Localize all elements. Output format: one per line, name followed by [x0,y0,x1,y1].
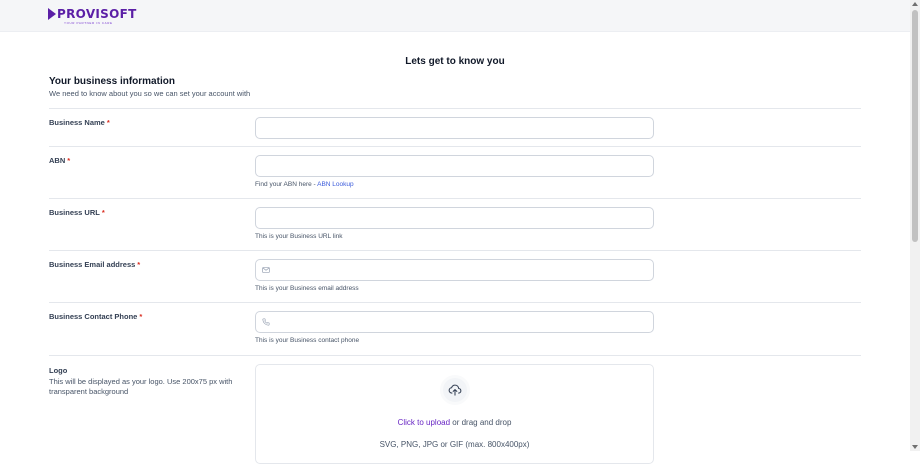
section-subtitle: We need to know about you so we can set … [49,89,251,98]
business-name-input[interactable] [256,118,653,139]
phone-icon [262,318,270,326]
business-name-field[interactable] [255,117,654,139]
abn-label: ABN * [49,156,71,165]
business-url-field[interactable] [255,207,654,229]
abn-lookup-link[interactable]: ABN Lookup [317,181,354,188]
divider [49,250,861,251]
divider [49,146,861,147]
scroll-down-arrow-icon[interactable] [912,445,918,449]
provisoft-logo[interactable]: PROVISOFT YOUR PARTNER IN CARE [48,8,137,25]
divider [49,198,861,199]
upload-icon-container [440,375,470,405]
upload-formats: SVG, PNG, JPG or GIF (max. 800x400px) [379,440,530,449]
logo-mark-icon [48,8,56,20]
abn-hint: Find your ABN here - ABN Lookup [255,181,354,188]
business-url-label: Business URL * [49,208,105,217]
mail-icon [262,267,270,273]
section-title: Your business information [49,76,175,87]
page-heading: Lets get to know you [405,56,505,67]
click-to-upload-link[interactable]: Click to upload [398,418,450,427]
required-mark: * [137,260,141,269]
upload-cloud-icon [448,384,462,396]
business-url-input[interactable] [256,208,653,229]
required-mark: * [106,118,110,127]
business-email-label: Business Email address * [49,260,141,269]
required-mark: * [67,156,71,165]
logo-upload-dropzone[interactable]: Click to upload or drag and drop SVG, PN… [255,364,654,464]
required-mark: * [139,312,143,321]
abn-field[interactable] [255,155,654,177]
upload-instruction: Click to upload or drag and drop [397,418,512,427]
business-email-hint: This is your Business email address [255,285,359,292]
business-phone-field[interactable] [255,311,654,333]
divider [49,355,861,356]
business-phone-hint: This is your Business contact phone [255,337,360,344]
divider [49,108,861,109]
logo-text: PROVISOFT [57,7,137,21]
business-phone-input[interactable] [256,312,653,333]
business-email-field[interactable] [255,259,654,281]
vertical-scrollbar[interactable] [910,0,920,451]
top-bar: PROVISOFT YOUR PARTNER IN CARE [0,0,910,32]
business-url-hint: This is your Business URL link [255,233,343,240]
required-mark: * [101,208,105,217]
divider [49,302,861,303]
logo-tagline: YOUR PARTNER IN CARE [64,21,113,25]
abn-input[interactable] [256,156,653,177]
scroll-up-arrow-icon[interactable] [912,2,918,6]
business-phone-label: Business Contact Phone * [49,312,143,321]
logo-description: This will be displayed as your logo. Use… [49,377,233,396]
scrollbar-thumb[interactable] [912,10,918,242]
business-name-label: Business Name * [49,118,110,127]
logo-label: Logo [49,366,68,375]
business-email-input[interactable] [256,260,653,281]
